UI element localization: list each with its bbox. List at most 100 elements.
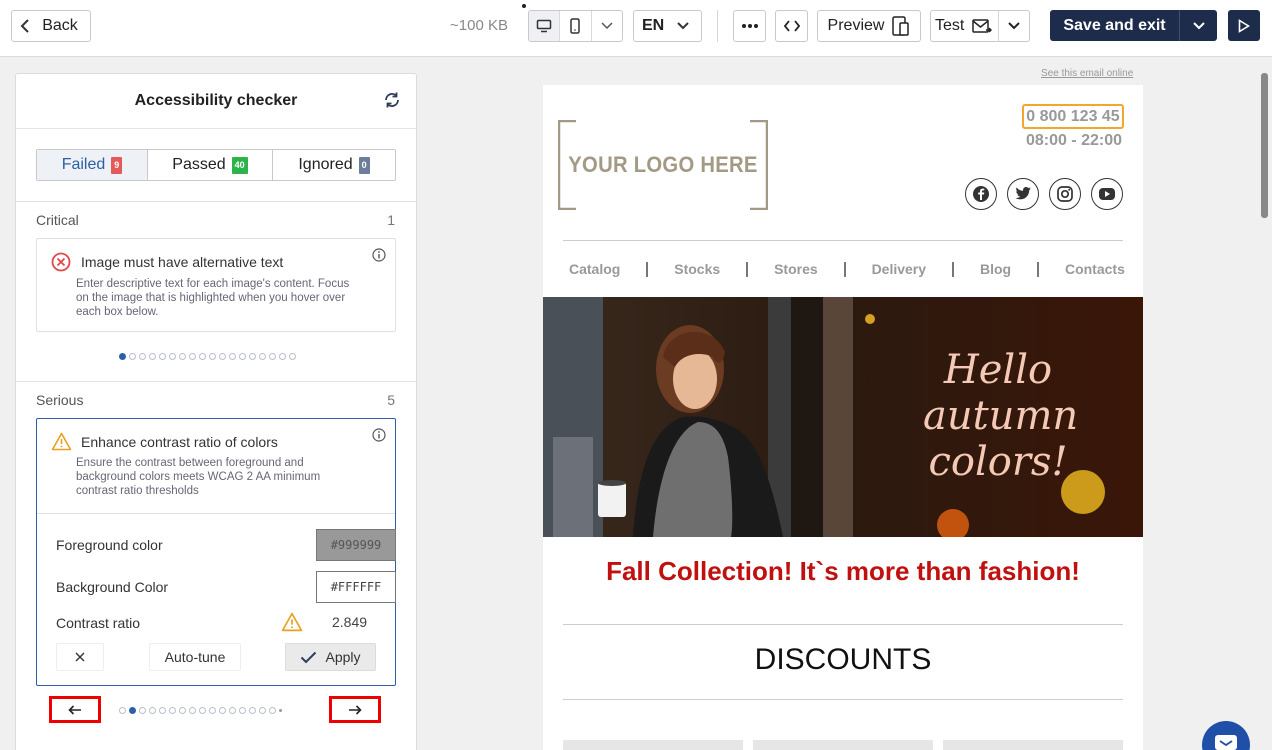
- hero-banner[interactable]: Hello autumn colors!: [543, 297, 1143, 537]
- contrast-ratio-value: 2.849: [332, 614, 368, 630]
- section-divider: [16, 381, 416, 382]
- pager-dot[interactable]: [199, 353, 206, 360]
- apply-button[interactable]: Apply: [285, 643, 376, 671]
- auto-tune-button[interactable]: Auto-tune: [149, 643, 241, 671]
- more-icon: [741, 24, 758, 28]
- menu-item-stores[interactable]: Stores: [774, 261, 818, 277]
- pager-dot[interactable]: [149, 707, 156, 714]
- product-card[interactable]: [753, 740, 933, 750]
- save-dropdown-button[interactable]: [1180, 10, 1217, 41]
- refresh-icon[interactable]: [382, 91, 402, 109]
- pager-dot[interactable]: [129, 707, 136, 714]
- pager-dot[interactable]: [159, 353, 166, 360]
- see-email-online-link[interactable]: See this email online: [1041, 68, 1133, 79]
- menu-separator: [746, 261, 749, 277]
- mobile-view-button[interactable]: [560, 11, 592, 41]
- run-button[interactable]: [1228, 10, 1260, 41]
- mobile-icon: [570, 18, 581, 34]
- product-card[interactable]: [563, 740, 743, 750]
- language-select[interactable]: EN: [633, 10, 702, 42]
- facebook-icon[interactable]: [965, 178, 997, 210]
- pager-dot[interactable]: [159, 707, 166, 714]
- previous-issue-button[interactable]: [49, 696, 101, 723]
- product-card[interactable]: [943, 740, 1123, 750]
- pager-dot[interactable]: [119, 707, 126, 714]
- pager-dot[interactable]: [179, 353, 186, 360]
- pager-dot[interactable]: [139, 353, 146, 360]
- tab-passed[interactable]: Passed 40: [148, 150, 273, 180]
- pager-dot[interactable]: [229, 353, 236, 360]
- serious-issue-title: Enhance contrast ratio of colors: [81, 434, 278, 450]
- pager-dot[interactable]: [229, 707, 236, 714]
- test-button[interactable]: Test: [930, 10, 1030, 42]
- pager-dot[interactable]: [269, 353, 276, 360]
- pager-dot[interactable]: [189, 707, 196, 714]
- menu-separator: [952, 261, 954, 277]
- menu-item-catalog[interactable]: Catalog: [569, 261, 620, 277]
- menu-item-contacts[interactable]: Contacts: [1065, 261, 1125, 277]
- serious-issue-card[interactable]: Enhance contrast ratio of colors Ensure …: [36, 418, 396, 686]
- twitter-icon[interactable]: [1007, 178, 1039, 210]
- preview-button[interactable]: Preview: [817, 10, 921, 42]
- pager-dot[interactable]: [239, 707, 246, 714]
- pager-dot[interactable]: [139, 707, 146, 714]
- pager-dot[interactable]: [279, 353, 286, 360]
- code-editor-button[interactable]: [775, 10, 808, 42]
- menu-item-delivery[interactable]: Delivery: [872, 261, 926, 277]
- pager-dot[interactable]: [289, 353, 296, 360]
- pager-dot[interactable]: [119, 353, 126, 360]
- chat-icon: [1215, 735, 1237, 750]
- menu-item-stocks[interactable]: Stocks: [674, 261, 720, 277]
- pager-dot[interactable]: [259, 707, 266, 714]
- scrollbar-thumb[interactable]: [1261, 73, 1268, 218]
- info-icon[interactable]: [372, 428, 386, 442]
- hero-text-line: autumn: [923, 393, 1079, 439]
- toolbar-divider: [717, 10, 718, 42]
- critical-issue-card[interactable]: Image must have alternative text Enter d…: [36, 238, 396, 332]
- email-size-label: ~100 KB: [450, 17, 508, 34]
- pager-dot[interactable]: [219, 707, 226, 714]
- pager-dot[interactable]: [209, 353, 216, 360]
- tab-ignored[interactable]: Ignored 0: [273, 150, 395, 180]
- menu-item-blog[interactable]: Blog: [980, 261, 1011, 277]
- desktop-view-button[interactable]: [529, 11, 561, 41]
- background-color-input[interactable]: #FFFFFF: [316, 571, 396, 603]
- pager-dot[interactable]: [179, 707, 186, 714]
- pager-dot[interactable]: [239, 353, 246, 360]
- device-dropdown-button[interactable]: [592, 11, 622, 41]
- save-and-exit-button[interactable]: Save and exit: [1050, 10, 1217, 41]
- pager-dot[interactable]: [129, 353, 136, 360]
- info-icon[interactable]: [372, 248, 386, 262]
- pager-dot[interactable]: [249, 353, 256, 360]
- send-mail-icon: [972, 19, 993, 33]
- hero-text-line: colors!: [928, 439, 1068, 485]
- pager-dot[interactable]: [199, 707, 206, 714]
- logo[interactable]: YOUR LOGO HERE: [558, 120, 768, 210]
- pager-dot[interactable]: [219, 353, 226, 360]
- test-send-button[interactable]: Test: [931, 11, 1000, 41]
- pager-dot[interactable]: [149, 353, 156, 360]
- more-options-button[interactable]: [733, 10, 766, 42]
- pager-dot[interactable]: [249, 707, 256, 714]
- pager-dot[interactable]: [259, 353, 266, 360]
- save-and-exit-main[interactable]: Save and exit: [1050, 10, 1180, 41]
- tab-failed-label: Failed: [61, 156, 106, 173]
- close-icon: [75, 652, 85, 662]
- pager-dot[interactable]: [169, 353, 176, 360]
- pager-dot[interactable]: [189, 353, 196, 360]
- chevron-down-icon: [677, 22, 689, 30]
- phone-number[interactable]: 0 800 123 45: [1022, 104, 1124, 129]
- test-dropdown-button[interactable]: [999, 11, 1029, 41]
- chat-button[interactable]: [1202, 721, 1250, 750]
- pager-dot[interactable]: [269, 707, 276, 714]
- pager-dot[interactable]: [209, 707, 216, 714]
- foreground-color-input[interactable]: #999999: [316, 529, 396, 561]
- dismiss-button[interactable]: [56, 643, 104, 671]
- youtube-icon[interactable]: [1091, 178, 1123, 210]
- tab-failed[interactable]: Failed 9: [37, 150, 148, 180]
- serious-section-label: Serious: [36, 392, 84, 408]
- pager-dot[interactable]: [169, 707, 176, 714]
- next-issue-button[interactable]: [329, 696, 381, 723]
- instagram-icon[interactable]: [1049, 178, 1081, 210]
- back-button[interactable]: Back: [11, 10, 91, 42]
